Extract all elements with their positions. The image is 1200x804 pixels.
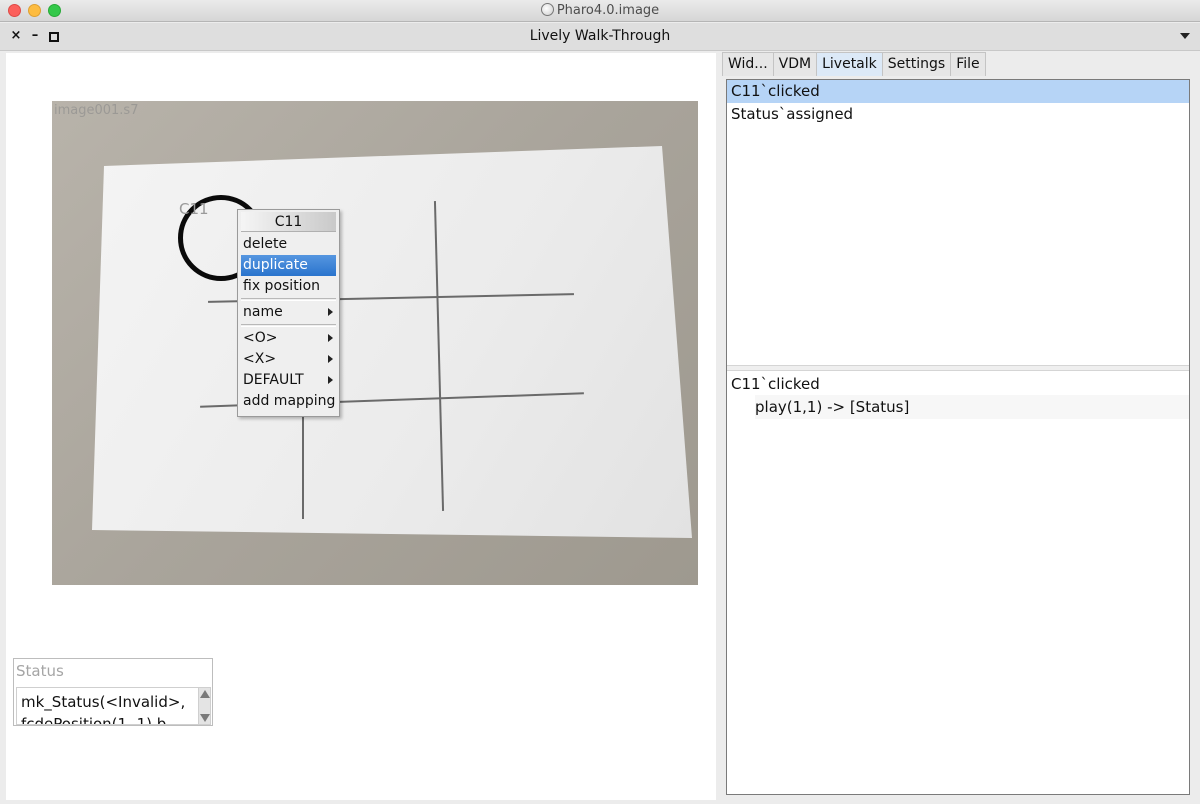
menu-item-label: <O>: [243, 330, 278, 346]
tab-file[interactable]: File: [950, 52, 986, 76]
event-list[interactable]: C11`clicked Status`assigned: [727, 80, 1189, 365]
status-scrollbar[interactable]: [198, 688, 210, 724]
scroll-down-icon[interactable]: [200, 714, 210, 722]
menu-item-x[interactable]: <X>: [241, 349, 336, 370]
tab-widgets[interactable]: Wid...: [722, 52, 774, 76]
submenu-arrow-icon: [328, 355, 333, 363]
scroll-up-icon[interactable]: [200, 690, 210, 698]
os-window-title: Pharo4.0.image: [0, 3, 1200, 18]
tab-settings[interactable]: Settings: [881, 52, 952, 76]
menu-separator: [241, 324, 336, 327]
window-header: × – Lively Walk-Through: [0, 23, 1200, 51]
tab-bar: Wid... VDM Livetalk Settings File: [722, 52, 986, 76]
inspector-pane: Wid... VDM Livetalk Settings File C11`cl…: [722, 52, 1194, 802]
status-line-2: fcdePosition(1, 1),b...: [21, 715, 181, 725]
image-label: image001.s7: [54, 103, 139, 118]
cell-label: C11: [179, 200, 209, 218]
tab-vdm[interactable]: VDM: [772, 52, 818, 76]
menu-item-delete[interactable]: delete: [241, 234, 336, 255]
detail-header: C11`clicked: [731, 375, 820, 393]
menu-item-fix-position[interactable]: fix position: [241, 276, 336, 297]
status-line-1: mk_Status(<Invalid>,: [21, 693, 186, 711]
window-title: Lively Walk-Through: [529, 28, 671, 44]
menu-item-default[interactable]: DEFAULT: [241, 370, 336, 391]
menu-item-duplicate[interactable]: duplicate: [241, 255, 336, 276]
background-photo: image001.s7 C11: [52, 101, 698, 585]
submenu-arrow-icon: [328, 334, 333, 342]
os-window-title-text: Pharo4.0.image: [556, 3, 660, 18]
menu-separator: [241, 298, 336, 301]
list-item[interactable]: Status`assigned: [727, 103, 1189, 126]
livetalk-panel: C11`clicked Status`assigned C11`clicked …: [726, 79, 1190, 795]
menu-item-label: DEFAULT: [243, 372, 304, 388]
status-value-text: mk_Status(<Invalid>, fcdePosition(1, 1),…: [21, 691, 186, 725]
pharo-icon: [540, 3, 554, 16]
grid-line: [302, 401, 304, 519]
os-titlebar: Pharo4.0.image: [0, 0, 1200, 22]
detail-action[interactable]: play(1,1) -> [Status]: [755, 395, 1189, 419]
submenu-arrow-icon: [328, 376, 333, 384]
context-menu: C11 delete duplicate fix position name <…: [237, 209, 340, 417]
canvas-pane[interactable]: image001.s7 C11 Status mk_Status(<Invali…: [6, 53, 716, 800]
window-menu-chevron-icon[interactable]: [1180, 33, 1190, 39]
menu-item-label: name: [243, 304, 283, 320]
status-value-field[interactable]: mk_Status(<Invalid>, fcdePosition(1, 1),…: [16, 687, 211, 725]
status-widget[interactable]: Status mk_Status(<Invalid>, fcdePosition…: [13, 658, 213, 726]
menu-item-o[interactable]: <O>: [241, 328, 336, 349]
context-menu-title: C11: [241, 212, 336, 232]
menu-item-name[interactable]: name: [241, 302, 336, 323]
status-title: Status: [16, 662, 64, 680]
tab-livetalk[interactable]: Livetalk: [816, 52, 883, 76]
submenu-arrow-icon: [328, 308, 333, 316]
menu-item-label: <X>: [243, 351, 277, 367]
list-item[interactable]: C11`clicked: [727, 80, 1189, 103]
event-detail[interactable]: C11`clicked play(1,1) -> [Status]: [727, 371, 1189, 419]
menu-item-add-mapping[interactable]: add mapping: [241, 391, 336, 412]
